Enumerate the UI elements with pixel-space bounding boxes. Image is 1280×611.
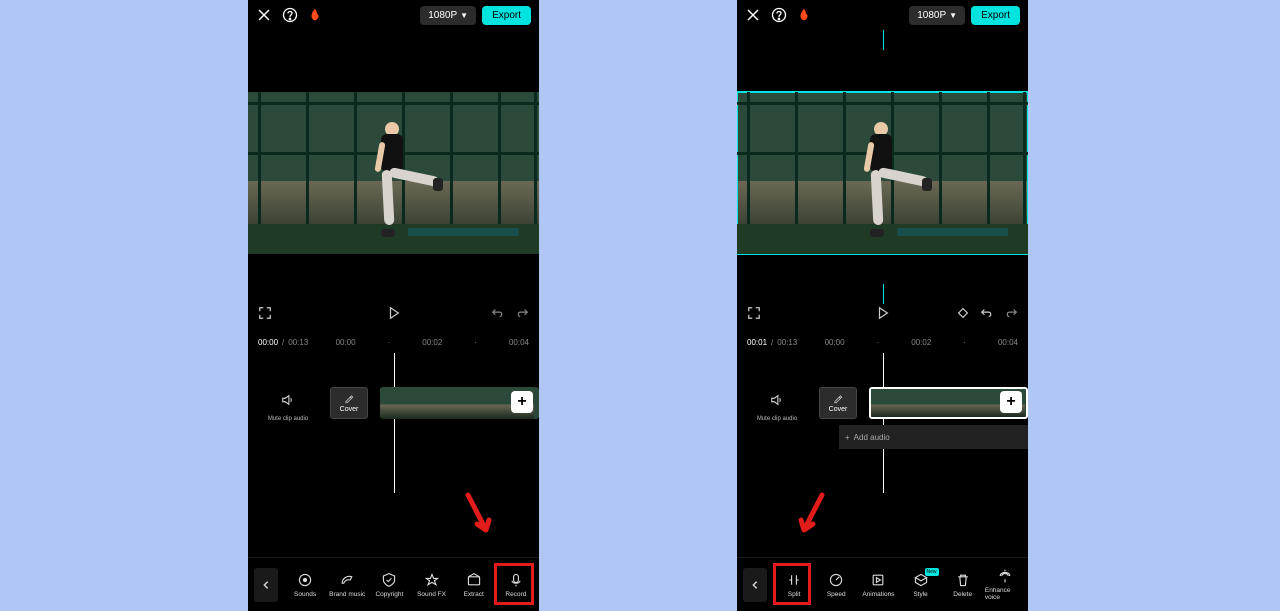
cover-button[interactable]: Cover (819, 387, 857, 419)
caret-down-icon: ▼ (460, 11, 468, 20)
add-audio-track[interactable]: + Add audio (839, 425, 1028, 449)
keyframe-icon[interactable] (956, 306, 970, 325)
mute-icon[interactable] (770, 393, 784, 412)
total-time: 00:13 (777, 338, 797, 347)
current-time: 00:00 (258, 338, 278, 347)
total-time: 00:13 (288, 338, 308, 347)
fullscreen-icon[interactable] (747, 306, 761, 325)
timecode-row: 00:00 / 00:13 00:00 · 00:02 · 00:04 (248, 338, 539, 347)
editor-screen-right: 1080P ▼ Export (737, 0, 1028, 611)
help-icon[interactable] (282, 7, 298, 23)
cover-button[interactable]: Cover (330, 387, 368, 419)
resolution-button[interactable]: 1080P ▼ (420, 6, 476, 25)
export-button[interactable]: Export (482, 6, 531, 25)
video-preview[interactable] (737, 92, 1028, 254)
bottom-toolbar: Split Speed Animations New Style Delete (737, 557, 1028, 611)
resolution-button[interactable]: 1080P ▼ (909, 6, 965, 25)
undo-icon[interactable] (980, 306, 994, 325)
top-bar: 1080P ▼ Export (248, 0, 539, 30)
copyright-button[interactable]: Copyright (369, 572, 409, 598)
redo-icon[interactable] (1004, 306, 1018, 325)
resolution-label: 1080P (428, 10, 457, 21)
help-icon[interactable] (771, 7, 787, 23)
animations-button[interactable]: Animations (858, 572, 898, 598)
caret-down-icon: ▼ (949, 11, 957, 20)
playhead[interactable] (394, 353, 395, 493)
back-button[interactable] (254, 568, 278, 602)
add-clip-button[interactable]: + (511, 391, 533, 413)
close-icon[interactable] (745, 7, 761, 23)
split-button[interactable]: Split (774, 572, 814, 598)
timeline[interactable]: Mute clip audio Cover + (248, 365, 539, 475)
undo-icon[interactable] (491, 306, 505, 325)
playhead[interactable] (883, 353, 884, 493)
delete-button[interactable]: Delete (943, 572, 983, 598)
resolution-label: 1080P (917, 10, 946, 21)
plus-icon: + (845, 433, 850, 442)
flame-icon[interactable] (797, 8, 811, 22)
mute-label: Mute clip audio (268, 416, 308, 422)
record-button[interactable]: Record (496, 572, 536, 598)
top-bar: 1080P ▼ Export (737, 0, 1028, 30)
export-button[interactable]: Export (971, 6, 1020, 25)
style-button[interactable]: New Style (901, 572, 941, 598)
timecode-row: 00:01 / 00:13 00:00 · 00:02 · 00:04 (737, 338, 1028, 347)
new-badge: New (925, 568, 939, 576)
preview-controls (737, 300, 1028, 330)
person-figure (363, 122, 423, 237)
close-icon[interactable] (256, 7, 272, 23)
timeline[interactable]: Mute clip audio Cover 10.4s + + Add audi… (737, 365, 1028, 475)
extract-button[interactable]: Extract (454, 572, 494, 598)
selection-cursor (883, 30, 884, 50)
fullscreen-icon[interactable] (258, 306, 272, 325)
preview-controls (248, 300, 539, 330)
play-icon[interactable] (876, 306, 890, 325)
flame-icon[interactable] (308, 8, 322, 22)
brand-music-button[interactable]: Brand music (327, 572, 367, 598)
back-button[interactable] (743, 568, 767, 602)
sound-fx-button[interactable]: Sound FX (412, 572, 452, 598)
current-time: 00:01 (747, 338, 767, 347)
sounds-button[interactable]: Sounds (285, 572, 325, 598)
mute-icon[interactable] (281, 393, 295, 412)
red-arrow (463, 490, 493, 540)
person-figure (852, 122, 912, 237)
speed-button[interactable]: Speed (816, 572, 856, 598)
red-arrow (797, 490, 827, 540)
add-clip-button[interactable]: + (1000, 391, 1022, 413)
play-icon[interactable] (387, 306, 401, 325)
enhance-voice-button[interactable]: Enhance voice (985, 568, 1025, 601)
mute-label: Mute clip audio (757, 416, 797, 422)
video-preview[interactable] (248, 92, 539, 254)
bottom-toolbar: Sounds Brand music Copyright Sound FX Ex… (248, 557, 539, 611)
selection-cursor-bottom (883, 284, 884, 304)
redo-icon[interactable] (515, 306, 529, 325)
editor-screen-left: 1080P ▼ Export (248, 0, 539, 611)
